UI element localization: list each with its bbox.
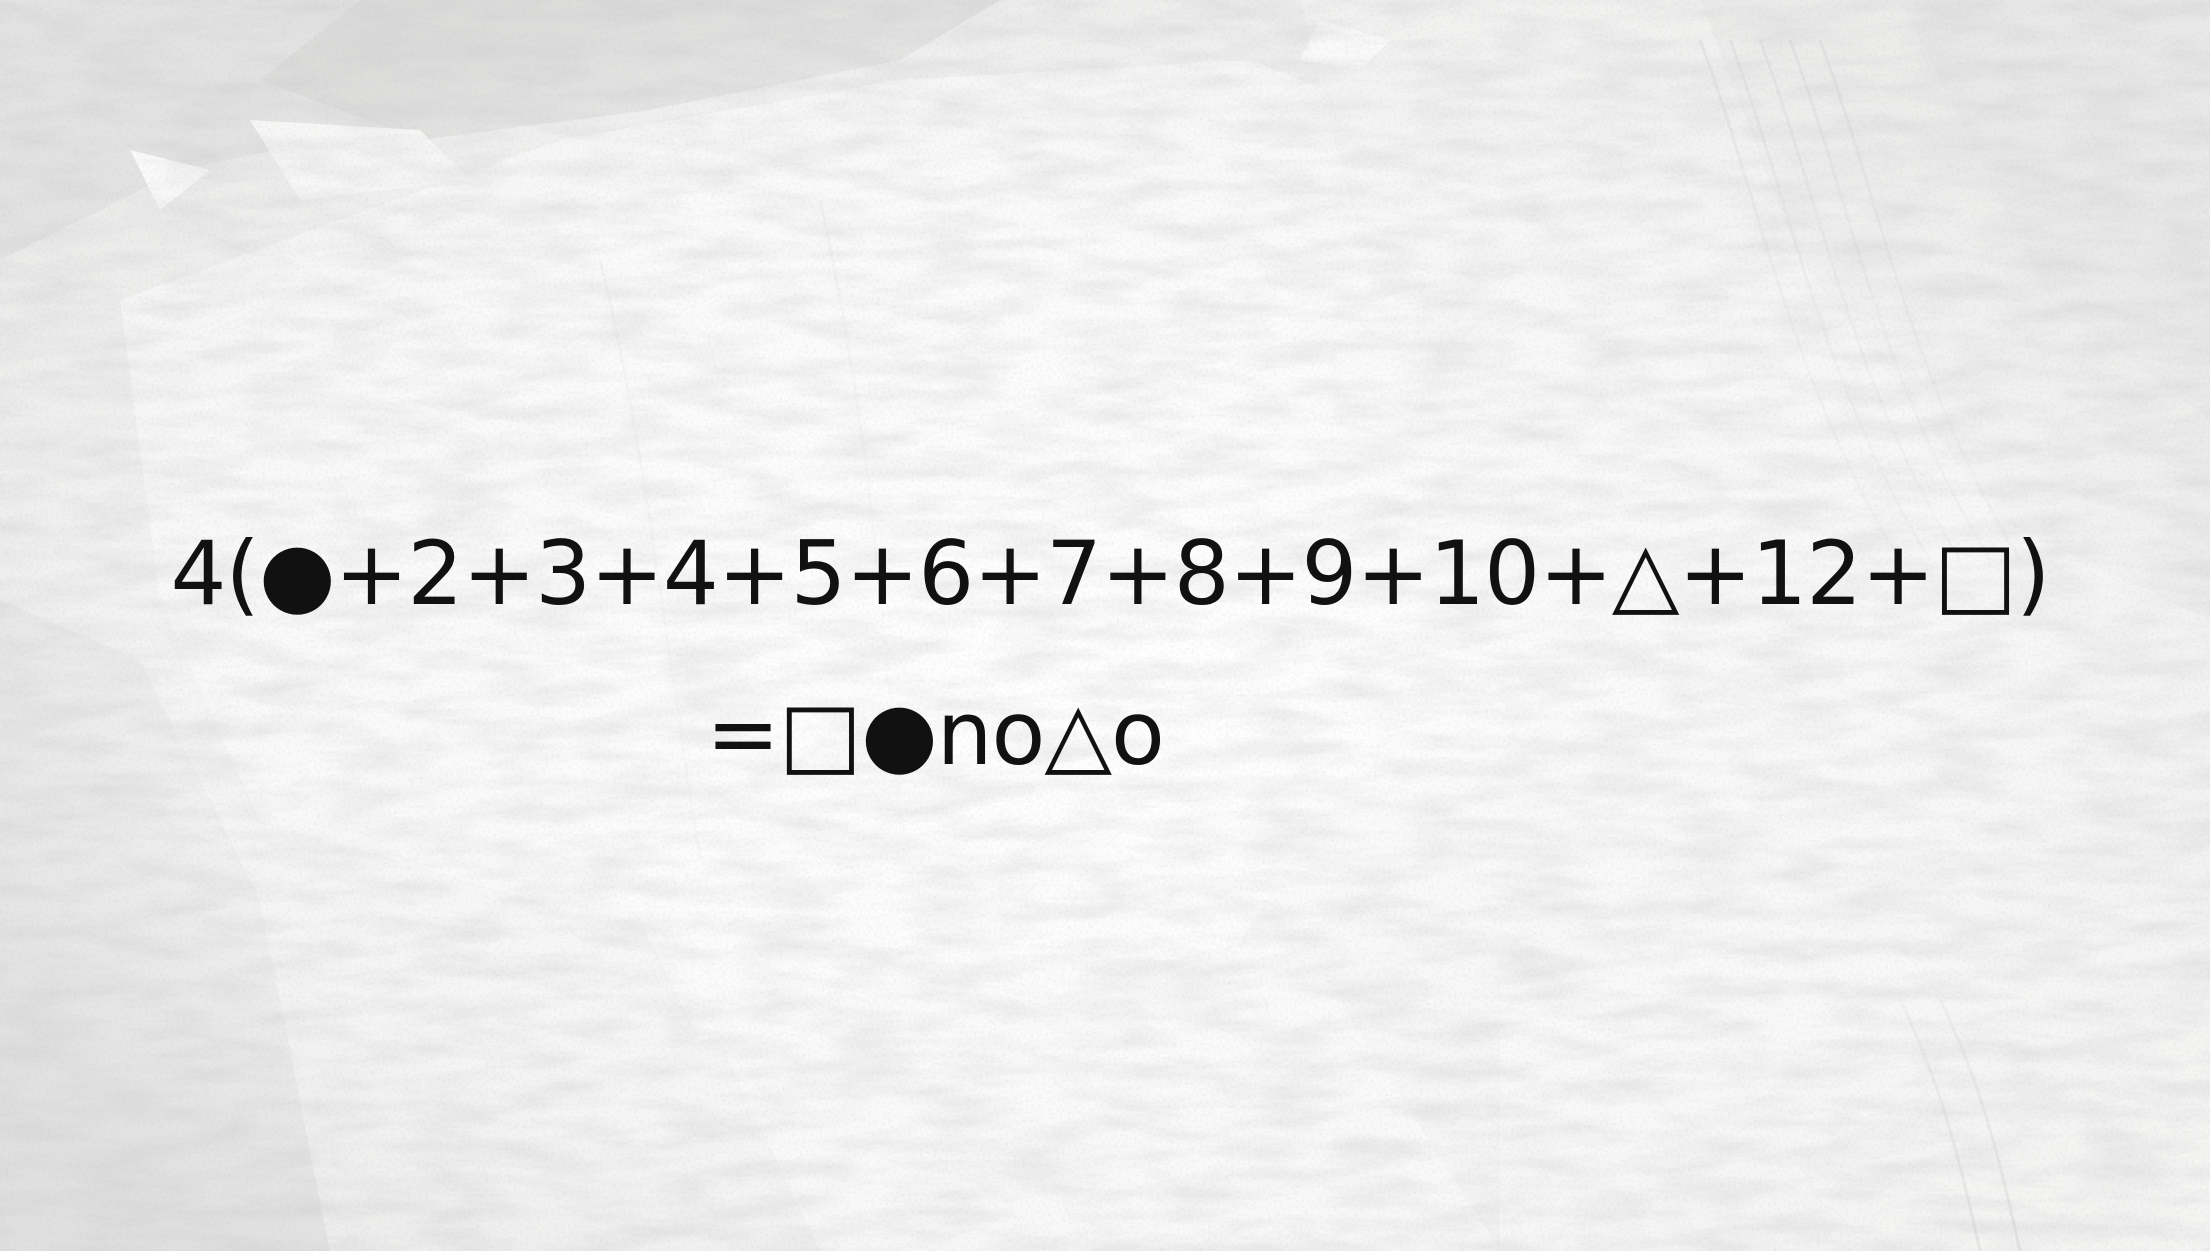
puzzle-result: =□●no△o xyxy=(706,682,1165,785)
math-puzzle: 4(●+2+3+4+5+6+7+8+9+10+△+12+□) =□●no△o xyxy=(0,530,2210,778)
puzzle-equation: 4(●+2+3+4+5+6+7+8+9+10+△+12+□) xyxy=(170,522,2051,625)
